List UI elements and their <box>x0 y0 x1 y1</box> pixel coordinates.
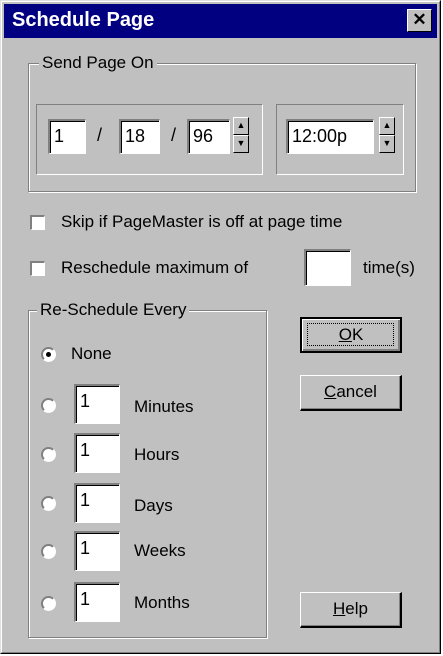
hours-label[interactable]: Hours <box>134 445 179 465</box>
send-page-on-legend: Send Page On <box>39 53 157 73</box>
date-separator: / <box>171 125 177 145</box>
minutes-label[interactable]: Minutes <box>134 397 194 417</box>
ok-button[interactable]: OK <box>300 317 402 353</box>
schedule-page-dialog: Schedule Page ✕ Send Page On 1 / 18 / 96… <box>0 0 441 654</box>
skip-label[interactable]: Skip if PageMaster is off at page time <box>61 212 342 232</box>
cancel-mnemonic: C <box>324 382 337 401</box>
date-separator: / <box>97 125 103 145</box>
title-bar[interactable]: Schedule Page ✕ <box>4 4 437 38</box>
date-spinner[interactable]: ▲ ▼ <box>233 117 249 153</box>
help-button[interactable]: Help <box>300 592 402 628</box>
help-mnemonic: H <box>333 599 346 618</box>
reschedule-max-checkbox[interactable] <box>30 261 45 276</box>
day-field[interactable]: 18 <box>119 119 160 154</box>
year-field[interactable]: 96 <box>187 119 230 154</box>
radio-days[interactable] <box>41 496 56 511</box>
spin-up-icon[interactable]: ▲ <box>379 117 395 135</box>
radio-hours[interactable] <box>41 447 56 462</box>
hours-field[interactable]: 1 <box>74 433 120 473</box>
close-button[interactable]: ✕ <box>407 9 432 32</box>
dialog-title: Schedule Page <box>12 9 155 31</box>
days-field[interactable]: 1 <box>74 483 120 523</box>
month-field[interactable]: 1 <box>48 119 86 154</box>
reschedule-max-field[interactable] <box>304 249 351 286</box>
close-icon: ✕ <box>412 10 427 29</box>
radio-none[interactable] <box>41 347 56 362</box>
spin-down-icon[interactable]: ▼ <box>233 135 249 153</box>
reschedule-suffix-label: time(s) <box>363 258 415 277</box>
months-label[interactable]: Months <box>134 593 190 613</box>
radio-minutes[interactable] <box>41 398 56 413</box>
spin-down-icon[interactable]: ▼ <box>379 135 395 153</box>
days-label[interactable]: Days <box>134 496 173 516</box>
weeks-field[interactable]: 1 <box>74 531 120 571</box>
radio-months[interactable] <box>41 596 56 611</box>
radio-none-label[interactable]: None <box>71 344 112 364</box>
minutes-field[interactable]: 1 <box>74 384 120 424</box>
radio-weeks[interactable] <box>41 544 56 559</box>
reschedule-every-group <box>28 310 267 638</box>
time-field[interactable]: 12:00p <box>286 119 374 154</box>
help-label-rest: elp <box>345 599 368 618</box>
skip-checkbox[interactable] <box>30 215 45 230</box>
spin-up-icon[interactable]: ▲ <box>233 117 249 135</box>
reschedule-max-label[interactable]: Reschedule maximum of <box>61 258 248 278</box>
months-field[interactable]: 1 <box>74 582 120 622</box>
weeks-label[interactable]: Weeks <box>134 541 186 561</box>
cancel-button[interactable]: Cancel <box>300 375 402 411</box>
reschedule-every-legend: Re-Schedule Every <box>37 300 190 320</box>
focus-rect <box>307 323 394 346</box>
time-spinner[interactable]: ▲ ▼ <box>379 117 395 153</box>
cancel-label-rest: ancel <box>336 382 377 401</box>
